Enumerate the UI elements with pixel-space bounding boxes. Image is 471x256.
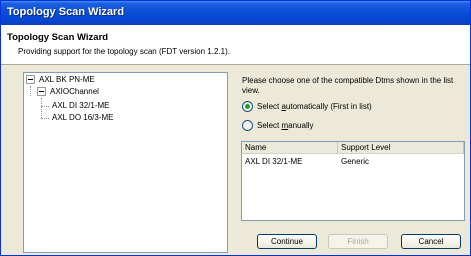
continue-button[interactable]: Continue <box>257 234 317 249</box>
header-title: Topology Scan Wizard <box>7 32 109 43</box>
instructions-text: Please choose one of the compatible Dtms… <box>242 76 454 95</box>
select-automatically-radio[interactable]: Select automatically (First in list) <box>242 101 442 113</box>
wizard-header: Topology Scan Wizard Providing support f… <box>1 25 470 65</box>
tree-item-label: AXL DI 32/1-ME <box>52 101 110 110</box>
tree-connector <box>30 86 31 96</box>
tree-item-label: AXL DO 16/3-ME <box>52 113 114 122</box>
window-title: Topology Scan Wizard <box>7 6 125 18</box>
radio-label: Select manually <box>257 121 314 130</box>
tree-item-label: AXL BK PN-ME <box>39 75 95 84</box>
title-bar[interactable]: Topology Scan Wizard <box>1 1 470 25</box>
column-header-support-level[interactable]: Support Level <box>338 142 464 154</box>
tree-item-label: AXIOChannel <box>50 87 99 96</box>
collapse-icon[interactable] <box>26 75 35 84</box>
list-cell-name[interactable]: AXL DI 32/1-ME <box>245 157 303 166</box>
dtm-list-view[interactable]: Name Support Level AXL DI 32/1-ME Generi… <box>241 141 465 221</box>
wizard-window: Topology Scan Wizard Topology Scan Wizar… <box>0 0 471 256</box>
tree-connector <box>41 98 42 118</box>
cancel-button[interactable]: Cancel <box>401 234 461 249</box>
select-manually-radio[interactable]: Select manually <box>242 120 442 132</box>
list-header: Name Support Level <box>242 142 464 154</box>
column-header-name[interactable]: Name <box>242 142 338 154</box>
list-cell-support-level[interactable]: Generic <box>341 157 369 166</box>
tree-item-axl-di-32-1-me[interactable]: AXL DI 32/1-ME <box>52 101 110 110</box>
tree-item-axl-do-16-3-me[interactable]: AXL DO 16/3-ME <box>52 113 114 122</box>
finish-button[interactable]: Finish <box>328 234 388 249</box>
tree-item-axiochannel[interactable]: AXIOChannel <box>50 87 99 96</box>
radio-selected-dot <box>245 104 250 109</box>
tree-item-axl-bk-pn-me[interactable]: AXL BK PN-ME <box>39 75 95 84</box>
radio-indicator[interactable] <box>242 101 253 112</box>
radio-label: Select automatically (First in list) <box>257 102 372 111</box>
collapse-icon[interactable] <box>37 87 46 96</box>
radio-indicator[interactable] <box>242 120 253 131</box>
device-tree[interactable]: AXL BK PN-ME AXIOChannel AXL DI 32/1-ME … <box>23 72 228 253</box>
tree-connector <box>41 118 49 119</box>
header-subtitle: Providing support for the topology scan … <box>18 47 230 56</box>
tree-connector <box>41 106 49 107</box>
